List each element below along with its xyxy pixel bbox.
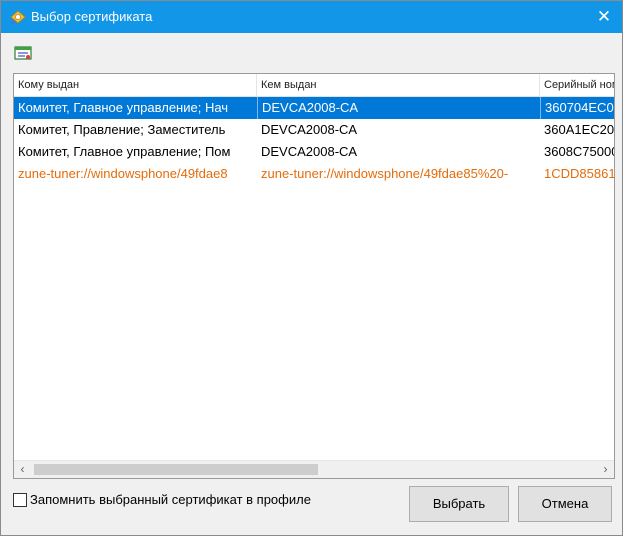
cancel-button[interactable]: Отмена [518,486,612,522]
scrollbar-thumb[interactable] [34,464,318,475]
remember-label[interactable]: Запомнить выбранный сертификат в профиле [30,491,311,509]
cell-serial: 360A1EC200 [544,122,615,137]
title-bar[interactable]: Выбор сертификата ✕ [1,1,622,33]
cell-issued-to: Комитет, Правление; Заместитель [18,122,226,137]
remember-checkbox[interactable] [13,493,27,507]
close-button[interactable]: ✕ [586,1,622,33]
cell-serial: 3608C75000 [544,144,615,159]
cell-issued-to: zune-tuner://windowsphone/49fdae8 [18,166,228,181]
table-row[interactable]: Комитет, Главное управление; Нач DEVCA20… [14,97,614,119]
table-row[interactable]: zune-tuner://windowsphone/49fdae8 zune-t… [14,163,614,185]
column-header-issued-to[interactable]: Кому выдан [14,74,257,96]
cell-issued-to: Комитет, Главное управление; Пом [18,144,231,159]
certificate-view-icon[interactable] [13,43,33,63]
certificate-list[interactable]: Кому выдан Кем выдан Серийный ном Комите… [13,73,615,479]
dialog-title: Выбор сертификата [31,9,153,24]
cell-issued-by: DEVCA2008-CA [261,144,358,159]
cell-issued-by: DEVCA2008-CA [261,122,358,137]
select-button[interactable]: Выбрать [409,486,509,522]
column-header-issued-by[interactable]: Кем выдан [257,74,540,96]
column-header-serial[interactable]: Серийный ном [540,74,614,96]
horizontal-scrollbar[interactable]: ‹ › [14,460,614,478]
scroll-right-icon[interactable]: › [597,461,614,478]
cell-issued-by: DEVCA2008-CA [257,97,540,119]
cell-issued-by: zune-tuner://windowsphone/49fdae85%20- [261,166,509,181]
cell-serial: 1CDD858617 [544,166,615,181]
list-header: Кому выдан Кем выдан Серийный ном [14,74,614,97]
cell-serial: 360704EC00 [540,97,614,119]
cell-issued-to: Комитет, Главное управление; Нач [18,100,229,115]
certificate-dialog: Выбор сертификата ✕ Кому выдан Кем выдан… [0,0,623,536]
certificate-icon [10,10,26,26]
table-row[interactable]: Комитет, Главное управление; Пом DEVCA20… [14,141,614,163]
scroll-left-icon[interactable]: ‹ [14,461,31,478]
table-row[interactable]: Комитет, Правление; Заместитель DEVCA200… [14,119,614,141]
